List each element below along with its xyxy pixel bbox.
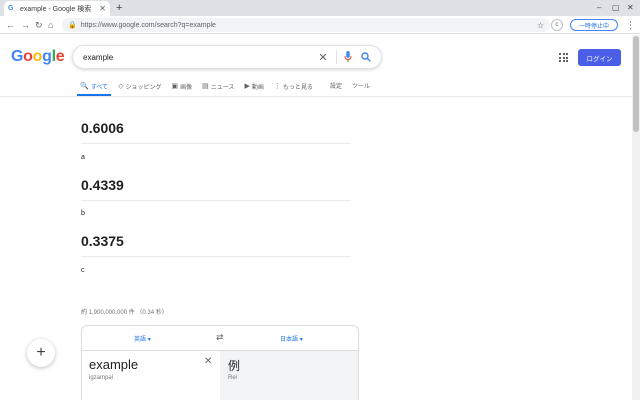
result-label: c (81, 267, 85, 274)
google-apps-icon[interactable] (559, 53, 568, 62)
logo-letter: e (55, 48, 65, 65)
reload-icon[interactable]: ↻ (35, 18, 43, 32)
tab-label: ショッピング (125, 84, 162, 91)
search-divider (336, 50, 337, 64)
browser-tab[interactable]: G example - Google 検索 ✕ (4, 1, 110, 16)
search-tools: 設定 ツール (330, 81, 370, 90)
translate-card: 英語 ▾ ⇄ 日本語 ▾ example igzampəl ✕ 例 Rei (81, 325, 359, 400)
image-icon: ▣ (171, 83, 179, 90)
result-divider (81, 256, 351, 257)
swap-languages-icon[interactable]: ⇄ (216, 332, 224, 343)
tools-link[interactable]: ツール (352, 81, 370, 90)
target-language-select[interactable]: 日本語 ▾ (280, 334, 303, 343)
profile-pause-button[interactable]: 一時停止中 (570, 19, 618, 31)
tab-label: ニュース (210, 84, 235, 91)
scrollbar-thumb[interactable] (633, 36, 639, 132)
result-value: 0.4339 (81, 177, 124, 193)
browser-menu-icon[interactable]: ⋮ (626, 18, 635, 32)
target-language-label: 日本語 (280, 337, 299, 343)
tab-all[interactable]: 🔍 すべて (80, 80, 108, 92)
tab-close-icon[interactable]: ✕ (99, 4, 106, 13)
result-label: a (81, 154, 85, 161)
target-text-panel: 例 Rei (220, 350, 358, 400)
maximize-button[interactable]: ▢ (612, 2, 620, 14)
logo-letter: g (42, 48, 52, 65)
tab-label: もっと見る (282, 84, 313, 91)
tab-news[interactable]: ▤ ニュース (202, 80, 234, 92)
clear-translation-icon[interactable]: ✕ (204, 356, 212, 367)
source-language-select[interactable]: 英語 ▾ (134, 334, 151, 343)
search-tabs: 🔍 すべて ◇ ショッピング ▣ 画像 ▤ ニュース ▶ 動画 ⋮ もっと見る (80, 80, 313, 96)
more-vert-icon: ⋮ (273, 83, 281, 90)
result-label: b (81, 210, 85, 217)
result-value: 0.6006 (81, 120, 124, 136)
tab-images[interactable]: ▣ 画像 (171, 80, 192, 92)
source-pronunciation: igzampəl (89, 375, 114, 381)
bookmark-star-icon[interactable]: ☆ (537, 21, 544, 30)
clear-search-icon[interactable]: ✕ (316, 51, 330, 64)
video-icon: ▶ (244, 83, 250, 90)
google-logo[interactable]: Google (11, 48, 65, 66)
login-label: ログイン (586, 55, 613, 63)
result-divider (81, 143, 351, 144)
settings-link[interactable]: 設定 (330, 81, 342, 90)
tab-shopping[interactable]: ◇ ショッピング (118, 80, 161, 92)
source-language-label: 英語 (134, 337, 147, 343)
tab-label: すべて (90, 84, 109, 91)
target-pronunciation: Rei (228, 375, 238, 381)
home-icon[interactable]: ⌂ (48, 18, 53, 32)
google-favicon-icon: G (8, 4, 14, 12)
microphone-icon[interactable] (343, 51, 353, 63)
address-url: https://www.google.com/search?q=example (80, 21, 216, 29)
add-fab-button[interactable]: + (27, 339, 55, 367)
result-divider (81, 200, 351, 201)
chevron-down-icon: ▾ (147, 337, 151, 343)
source-text[interactable]: example (89, 357, 138, 372)
tab-label: 動画 (251, 84, 264, 91)
result-stats: 約 1,900,000,000 件 （0.34 秒） (81, 310, 168, 316)
forward-arrow-icon[interactable]: → (21, 18, 30, 32)
plus-icon: + (36, 344, 46, 361)
search-input[interactable] (83, 52, 316, 62)
tab-label: 画像 (180, 84, 193, 91)
news-icon: ▤ (202, 83, 209, 90)
logo-letter: o (32, 48, 43, 65)
logo-letter: o (23, 48, 33, 65)
login-button[interactable]: ログイン (578, 49, 621, 66)
tab-strip: G example - Google 検索 ✕ + – ▢ ✕ (0, 0, 640, 16)
result-value: 0.3375 (81, 233, 124, 249)
tab-videos[interactable]: ▶ 動画 (244, 80, 263, 92)
new-tab-button[interactable]: + (116, 2, 122, 14)
tab-title: example - Google 検索 (20, 5, 92, 13)
tab-more[interactable]: ⋮ もっと見る (274, 80, 313, 92)
logo-letter: G (11, 48, 24, 65)
pause-label: 一時停止中 (578, 23, 609, 30)
browser-toolbar: ← → ↻ ⌂ 🔒 https://www.google.com/search?… (0, 16, 640, 34)
extension-icon[interactable]: c (551, 19, 563, 31)
source-text-panel[interactable]: example igzampəl ✕ (82, 350, 220, 400)
search-icon[interactable] (361, 52, 371, 62)
search-icon: 🔍 (80, 83, 89, 90)
target-text: 例 (228, 359, 241, 373)
address-bar[interactable]: 🔒 https://www.google.com/search?q=exampl… (62, 18, 550, 32)
close-window-button[interactable]: ✕ (627, 2, 634, 14)
tag-icon: ◇ (118, 83, 124, 90)
back-arrow-icon[interactable]: ← (6, 18, 15, 32)
header-divider (0, 96, 632, 97)
minimize-button[interactable]: – (597, 2, 601, 14)
lock-icon: 🔒 (68, 22, 77, 29)
chevron-down-icon: ▾ (299, 337, 303, 343)
search-box: ✕ (72, 45, 382, 69)
